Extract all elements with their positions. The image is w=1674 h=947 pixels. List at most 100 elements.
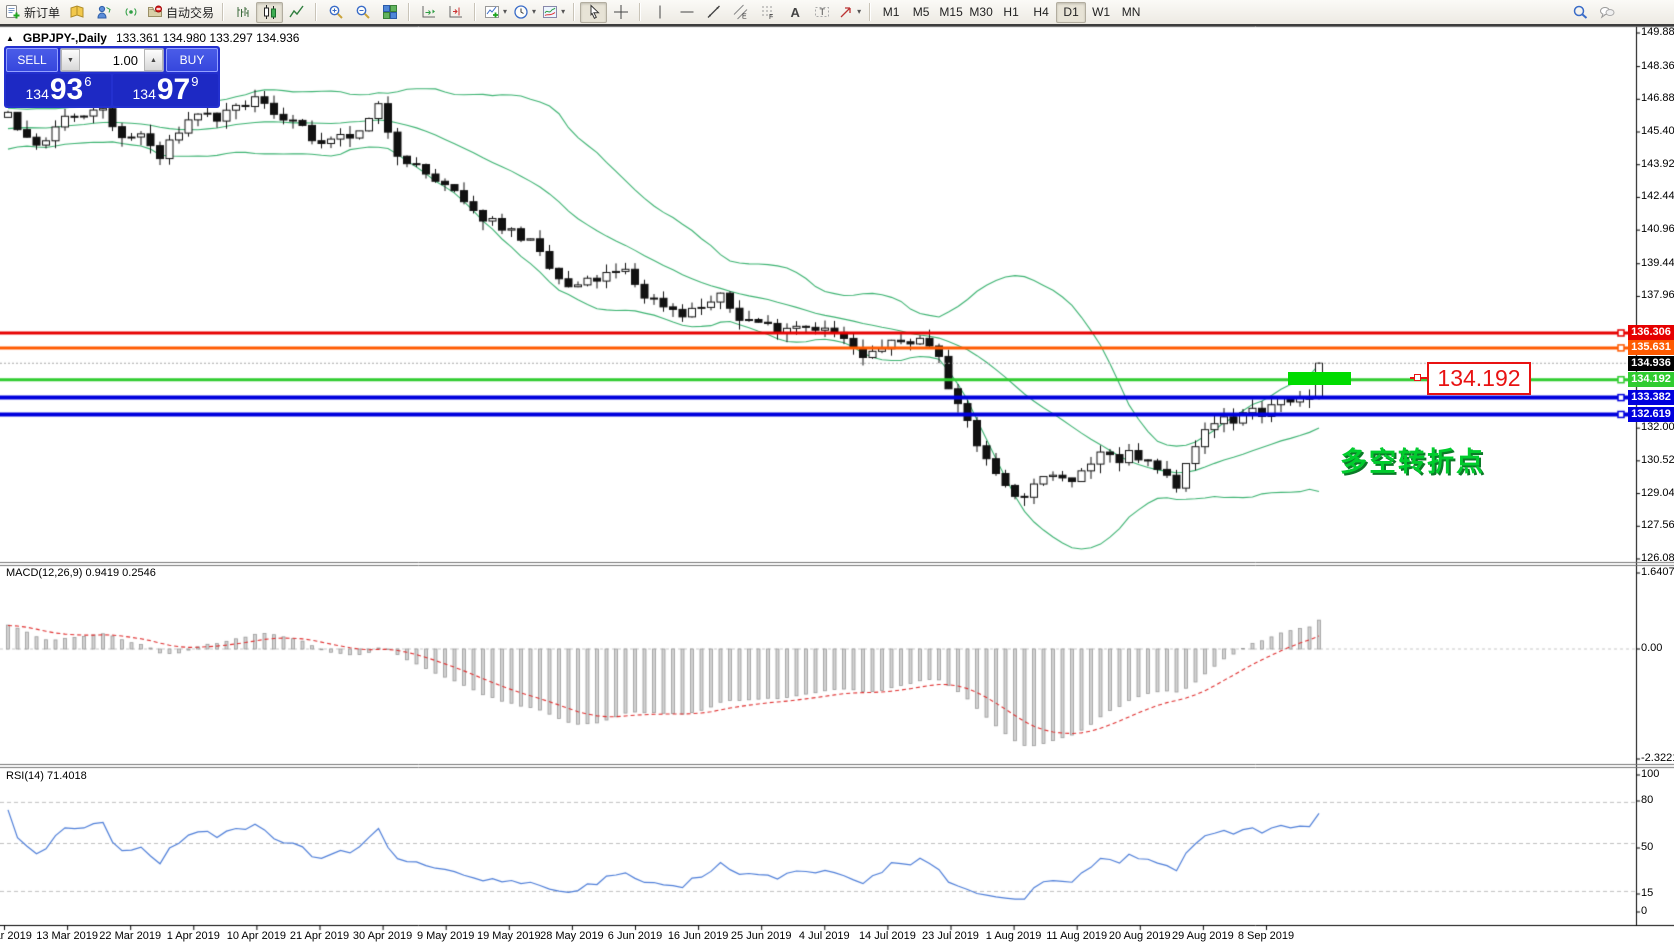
toolbar-text-button[interactable]: A [781, 2, 808, 23]
toolbar-line-chart-button[interactable] [283, 2, 310, 23]
sell-button[interactable]: SELL [6, 48, 58, 72]
fibonacci-icon: F [760, 4, 776, 20]
toolbar-tf-m15-label: M15 [939, 5, 963, 19]
macd-scale-label: 1.6407 [1641, 566, 1674, 578]
price-axis-label: 126.080 [1641, 551, 1674, 564]
toolbar-tf-d1-button[interactable]: D1 [1056, 1, 1087, 23]
line-chart-icon [288, 4, 305, 20]
green-highlight-rectangle[interactable] [1288, 372, 1351, 385]
price-axis-label: 148.360 [1641, 59, 1674, 72]
toolbar-signal-button[interactable] [117, 2, 144, 23]
toolbar-tf-h1-label: H1 [1003, 5, 1019, 19]
toolbar-separator [474, 3, 477, 21]
toolbar-separator [639, 3, 642, 21]
svg-text:A: A [790, 5, 800, 20]
toolbar-tf-m1-button[interactable]: M1 [876, 2, 906, 23]
price-axis-label: 137.960 [1641, 289, 1674, 302]
toolbar-tf-h1-button[interactable]: H1 [996, 2, 1026, 23]
date-axis-label: 29 Aug 2019 [1171, 930, 1234, 942]
buy-price-prefix: 134 [132, 86, 156, 102]
toolbar-candle-chart-button[interactable] [256, 1, 284, 23]
collapse-arrow-icon[interactable]: ▲ [6, 34, 14, 43]
metatrader-window: { "toolbar": { "groups": [ {"items": [ {… [0, 0, 1674, 947]
toolbar-tf-mn-label: MN [1121, 5, 1141, 19]
chevron-down-icon: ▾ [503, 7, 508, 16]
toolbar-fibonacci-button[interactable]: F [754, 2, 781, 23]
toolbar-chat-button[interactable] [1593, 2, 1620, 23]
rsi-level-label: 100 [1641, 768, 1660, 780]
price-axis-label: 146.880 [1641, 92, 1674, 105]
price-callout-anchor[interactable] [1414, 374, 1421, 381]
price-callout-box[interactable]: 134.192 [1427, 362, 1531, 395]
toolbar-tf-w1-button[interactable]: W1 [1086, 2, 1116, 23]
toolbar-tf-m15-button[interactable]: M15 [936, 2, 966, 23]
price-line-tag: 132.619 [1628, 406, 1674, 422]
date-axis-label: 28 May 2019 [540, 930, 604, 942]
macd-indicator-label: MACD(12,26,9) 0.9419 0.2546 [6, 567, 156, 579]
price-line-tag: 136.306 [1628, 325, 1674, 341]
toolbar-zoom-out-button[interactable] [349, 2, 376, 23]
toolbar-zoom-in-button[interactable] [322, 2, 349, 23]
toolbar-tf-m30-label: M30 [969, 5, 993, 19]
toolbar-bar-chart-button[interactable] [229, 2, 256, 23]
toolbar-tf-h4-button[interactable]: H4 [1026, 2, 1056, 23]
toolbar-separator [315, 3, 318, 21]
toolbar-tile-windows-button[interactable] [376, 2, 403, 23]
toolbar-crosshair-button[interactable] [607, 2, 634, 23]
toolbar-auto-scroll-button[interactable] [415, 2, 442, 23]
volume-input[interactable] [80, 49, 144, 71]
toolbar-separator [222, 3, 225, 21]
toolbar-tf-mn-button[interactable]: MN [1116, 2, 1146, 23]
date-axis-label: 4 Jul 2019 [798, 930, 850, 942]
new-order-icon [5, 4, 21, 20]
volume-increase-button[interactable]: ▲ [144, 49, 163, 71]
toolbar-cursor-button[interactable] [580, 1, 608, 23]
toolbar-horizontal-line-button[interactable] [673, 2, 700, 23]
date-axis-label: 1 Apr 2019 [166, 930, 220, 942]
bar-chart-icon [235, 4, 251, 20]
chinese-note-text[interactable]: 多空转折点 [1340, 440, 1485, 479]
toolbar-templates-button[interactable]: ▾ [539, 2, 568, 23]
price-axis-label: 143.920 [1641, 157, 1674, 170]
toolbar-tf-m5-button[interactable]: M5 [906, 2, 936, 23]
toolbar-arrows-button[interactable]: ▾ [835, 2, 864, 23]
sell-price-display[interactable]: 134 93 6 [6, 74, 111, 106]
toolbar-tf-m30-button[interactable]: M30 [966, 2, 996, 23]
buy-button[interactable]: BUY [166, 48, 218, 72]
buy-price-display[interactable]: 134 97 9 [113, 74, 218, 106]
date-axis-label: 11 Aug 2019 [1046, 930, 1108, 942]
equidistant-channel-icon: E [733, 4, 749, 20]
text-label-icon: T [814, 4, 830, 20]
toolbar-tf-w1-label: W1 [1092, 5, 1111, 19]
templates-icon [542, 4, 558, 20]
toolbar-chart-shift-button[interactable] [442, 2, 469, 23]
toolbar-periods-button[interactable]: ▾ [510, 2, 539, 23]
auto-trading-icon [147, 4, 163, 20]
toolbar-new-order-button[interactable]: 新订单 [2, 2, 63, 23]
volume-decrease-button[interactable]: ▼ [61, 49, 80, 71]
toolbar-metaeditor-button[interactable] [63, 2, 90, 23]
date-axis-label: 6 Jun 2019 [607, 930, 663, 942]
toolbar-market-watch-button[interactable] [90, 2, 117, 23]
chart-shift-icon [448, 4, 464, 20]
sell-price-big: 93 [49, 73, 84, 106]
market-watch-icon [96, 4, 112, 20]
toolbar-add-indicator-button[interactable]: ▾ [481, 2, 510, 23]
toolbar-vertical-line-button[interactable] [646, 2, 673, 23]
rsi-level-label: 50 [1641, 841, 1654, 853]
date-axis-label: 10 Apr 2019 [226, 930, 287, 942]
add-indicator-icon [484, 4, 500, 20]
toolbar-auto-trading-button[interactable]: 自动交易 [144, 2, 217, 23]
macd-scale-label: 0.00 [1641, 642, 1663, 654]
toolbar-text-label-button[interactable]: T [808, 2, 835, 23]
one-click-trade-panel: SELL ▼ ▲ BUY 134 93 6 134 97 9 [4, 46, 220, 108]
toolbar-equidistant-channel-button[interactable]: E [727, 2, 754, 23]
svg-text:F: F [769, 14, 773, 20]
toolbar-auto-trading-label: 自动交易 [166, 5, 215, 20]
date-axis-label: 30 Apr 2019 [352, 930, 413, 942]
price-axis-label: 130.520 [1641, 453, 1674, 466]
trend-line-icon [706, 4, 722, 20]
toolbar-search-button[interactable] [1566, 2, 1593, 23]
toolbar-tf-h4-label: H4 [1033, 5, 1049, 19]
toolbar-trend-line-button[interactable] [700, 2, 727, 23]
